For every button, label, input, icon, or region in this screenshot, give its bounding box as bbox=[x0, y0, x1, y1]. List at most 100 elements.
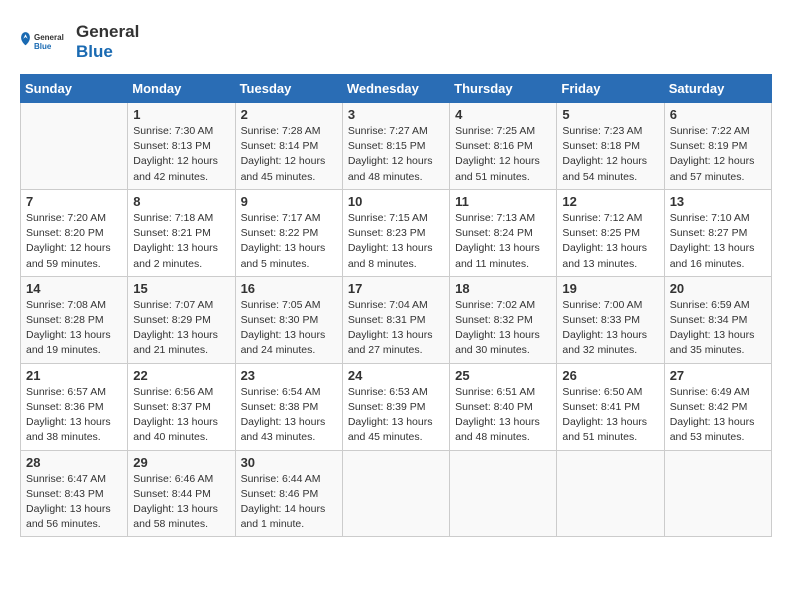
cell-content: Sunrise: 7:28 AM Sunset: 8:14 PM Dayligh… bbox=[241, 124, 337, 185]
calendar-cell: 22 Sunrise: 6:56 AM Sunset: 8:37 PM Dayli… bbox=[128, 363, 235, 450]
header-cell-thursday: Thursday bbox=[450, 75, 557, 103]
week-row-4: 21Sunrise: 6:57 AM Sunset: 8:36 PM Dayli… bbox=[21, 363, 772, 450]
day-number: 16 bbox=[241, 281, 337, 296]
day-number: 17 bbox=[348, 281, 444, 296]
calendar-cell: 27 Sunrise: 6:49 AM Sunset: 8:42 PM Dayli… bbox=[664, 363, 771, 450]
header-cell-wednesday: Wednesday bbox=[342, 75, 449, 103]
day-number: 9 bbox=[241, 194, 337, 209]
calendar-cell: 26 Sunrise: 6:50 AM Sunset: 8:41 PM Dayli… bbox=[557, 363, 664, 450]
day-number: 21 bbox=[26, 368, 122, 383]
day-number: 8 bbox=[133, 194, 229, 209]
cell-content: Sunrise: 7:17 AM Sunset: 8:22 PM Dayligh… bbox=[241, 211, 337, 272]
page-header: General Blue General Blue bbox=[20, 20, 772, 64]
cell-content: Sunrise: 7:22 AM Sunset: 8:19 PM Dayligh… bbox=[670, 124, 766, 185]
cell-content: Sunrise: 7:18 AM Sunset: 8:21 PM Dayligh… bbox=[133, 211, 229, 272]
day-number: 12 bbox=[562, 194, 658, 209]
calendar-cell: 14Sunrise: 7:08 AM Sunset: 8:28 PM Dayli… bbox=[21, 276, 128, 363]
calendar-cell: 20Sunrise: 6:59 AM Sunset: 8:34 PM Dayli… bbox=[664, 276, 771, 363]
header-cell-monday: Monday bbox=[128, 75, 235, 103]
day-number: 22 bbox=[133, 368, 229, 383]
logo-blue: Blue bbox=[76, 42, 139, 62]
calendar-cell: 4Sunrise: 7:25 AM Sunset: 8:16 PM Daylig… bbox=[450, 103, 557, 190]
day-number: 18 bbox=[455, 281, 551, 296]
day-number: 27 bbox=[670, 368, 766, 383]
cell-content: Sunrise: 7:07 AM Sunset: 8:29 PM Dayligh… bbox=[133, 298, 229, 359]
calendar-cell bbox=[450, 450, 557, 537]
calendar-cell: 23 Sunrise: 6:54 AM Sunset: 8:38 PM Dayli… bbox=[235, 363, 342, 450]
cell-content: Sunrise: 6:49 AM Sunset: 8:42 PM Dayligh… bbox=[670, 385, 766, 446]
day-number: 29 bbox=[133, 455, 229, 470]
calendar-header: SundayMondayTuesdayWednesdayThursdayFrid… bbox=[21, 75, 772, 103]
calendar-cell: 17 Sunrise: 7:04 AM Sunset: 8:31 PM Dayli… bbox=[342, 276, 449, 363]
calendar-cell: 10 Sunrise: 7:15 AM Sunset: 8:23 PM Dayli… bbox=[342, 189, 449, 276]
day-number: 25 bbox=[455, 368, 551, 383]
calendar-cell: 11 Sunrise: 7:13 AM Sunset: 8:24 PM Dayli… bbox=[450, 189, 557, 276]
cell-content: Sunrise: 7:23 AM Sunset: 8:18 PM Dayligh… bbox=[562, 124, 658, 185]
cell-content: Sunrise: 7:08 AM Sunset: 8:28 PM Dayligh… bbox=[26, 298, 122, 359]
day-number: 15 bbox=[133, 281, 229, 296]
day-number: 19 bbox=[562, 281, 658, 296]
cell-content: Sunrise: 6:51 AM Sunset: 8:40 PM Dayligh… bbox=[455, 385, 551, 446]
cell-content: Sunrise: 7:10 AM Sunset: 8:27 PM Dayligh… bbox=[670, 211, 766, 272]
day-number: 6 bbox=[670, 107, 766, 122]
week-row-1: 1Sunrise: 7:30 AM Sunset: 8:13 PM Daylig… bbox=[21, 103, 772, 190]
calendar-cell: 15 Sunrise: 7:07 AM Sunset: 8:29 PM Dayli… bbox=[128, 276, 235, 363]
calendar-cell bbox=[342, 450, 449, 537]
cell-content: Sunrise: 7:20 AM Sunset: 8:20 PM Dayligh… bbox=[26, 211, 122, 272]
calendar-cell: 19 Sunrise: 7:00 AM Sunset: 8:33 PM Dayli… bbox=[557, 276, 664, 363]
cell-content: Sunrise: 6:44 AM Sunset: 8:46 PM Dayligh… bbox=[241, 472, 337, 533]
cell-content: Sunrise: 7:15 AM Sunset: 8:23 PM Dayligh… bbox=[348, 211, 444, 272]
calendar-cell: 25 Sunrise: 6:51 AM Sunset: 8:40 PM Dayli… bbox=[450, 363, 557, 450]
day-number: 3 bbox=[348, 107, 444, 122]
day-number: 2 bbox=[241, 107, 337, 122]
calendar-cell: 2 Sunrise: 7:28 AM Sunset: 8:14 PM Daylig… bbox=[235, 103, 342, 190]
calendar-cell: 16 Sunrise: 7:05 AM Sunset: 8:30 PM Dayli… bbox=[235, 276, 342, 363]
calendar-cell: 29 Sunrise: 6:46 AM Sunset: 8:44 PM Dayli… bbox=[128, 450, 235, 537]
cell-content: Sunrise: 6:47 AM Sunset: 8:43 PM Dayligh… bbox=[26, 472, 122, 533]
svg-text:General: General bbox=[34, 33, 64, 42]
logo: General Blue General Blue bbox=[20, 20, 139, 64]
week-row-3: 14Sunrise: 7:08 AM Sunset: 8:28 PM Dayli… bbox=[21, 276, 772, 363]
day-number: 10 bbox=[348, 194, 444, 209]
day-number: 1 bbox=[133, 107, 229, 122]
logo-general: General bbox=[76, 22, 139, 41]
cell-content: Sunrise: 6:56 AM Sunset: 8:37 PM Dayligh… bbox=[133, 385, 229, 446]
svg-text:Blue: Blue bbox=[34, 42, 52, 51]
day-number: 7 bbox=[26, 194, 122, 209]
cell-content: Sunrise: 6:50 AM Sunset: 8:41 PM Dayligh… bbox=[562, 385, 658, 446]
cell-content: Sunrise: 7:00 AM Sunset: 8:33 PM Dayligh… bbox=[562, 298, 658, 359]
cell-content: Sunrise: 7:02 AM Sunset: 8:32 PM Dayligh… bbox=[455, 298, 551, 359]
day-number: 11 bbox=[455, 194, 551, 209]
calendar-cell: 5Sunrise: 7:23 AM Sunset: 8:18 PM Daylig… bbox=[557, 103, 664, 190]
logo-svg: General Blue bbox=[20, 20, 70, 64]
calendar-cell: 3 Sunrise: 7:27 AM Sunset: 8:15 PM Daylig… bbox=[342, 103, 449, 190]
cell-content: Sunrise: 7:04 AM Sunset: 8:31 PM Dayligh… bbox=[348, 298, 444, 359]
cell-content: Sunrise: 6:53 AM Sunset: 8:39 PM Dayligh… bbox=[348, 385, 444, 446]
calendar-cell: 12 Sunrise: 7:12 AM Sunset: 8:25 PM Dayli… bbox=[557, 189, 664, 276]
cell-content: Sunrise: 7:05 AM Sunset: 8:30 PM Dayligh… bbox=[241, 298, 337, 359]
calendar-cell: 30 Sunrise: 6:44 AM Sunset: 8:46 PM Dayli… bbox=[235, 450, 342, 537]
calendar-body: 1Sunrise: 7:30 AM Sunset: 8:13 PM Daylig… bbox=[21, 103, 772, 537]
day-number: 23 bbox=[241, 368, 337, 383]
calendar-cell: 9 Sunrise: 7:17 AM Sunset: 8:22 PM Daylig… bbox=[235, 189, 342, 276]
day-number: 20 bbox=[670, 281, 766, 296]
header-cell-friday: Friday bbox=[557, 75, 664, 103]
calendar-cell: 18 Sunrise: 7:02 AM Sunset: 8:32 PM Dayli… bbox=[450, 276, 557, 363]
calendar-cell: 28Sunrise: 6:47 AM Sunset: 8:43 PM Dayli… bbox=[21, 450, 128, 537]
week-row-5: 28Sunrise: 6:47 AM Sunset: 8:43 PM Dayli… bbox=[21, 450, 772, 537]
header-cell-saturday: Saturday bbox=[664, 75, 771, 103]
header-cell-tuesday: Tuesday bbox=[235, 75, 342, 103]
cell-content: Sunrise: 7:12 AM Sunset: 8:25 PM Dayligh… bbox=[562, 211, 658, 272]
calendar-cell: 7 Sunrise: 7:20 AM Sunset: 8:20 PM Daylig… bbox=[21, 189, 128, 276]
cell-content: Sunrise: 7:27 AM Sunset: 8:15 PM Dayligh… bbox=[348, 124, 444, 185]
day-number: 13 bbox=[670, 194, 766, 209]
cell-content: Sunrise: 6:46 AM Sunset: 8:44 PM Dayligh… bbox=[133, 472, 229, 533]
calendar-cell bbox=[664, 450, 771, 537]
day-number: 24 bbox=[348, 368, 444, 383]
cell-content: Sunrise: 6:54 AM Sunset: 8:38 PM Dayligh… bbox=[241, 385, 337, 446]
cell-content: Sunrise: 7:13 AM Sunset: 8:24 PM Dayligh… bbox=[455, 211, 551, 272]
day-number: 30 bbox=[241, 455, 337, 470]
header-row: SundayMondayTuesdayWednesdayThursdayFrid… bbox=[21, 75, 772, 103]
calendar-cell: 21Sunrise: 6:57 AM Sunset: 8:36 PM Dayli… bbox=[21, 363, 128, 450]
day-number: 26 bbox=[562, 368, 658, 383]
